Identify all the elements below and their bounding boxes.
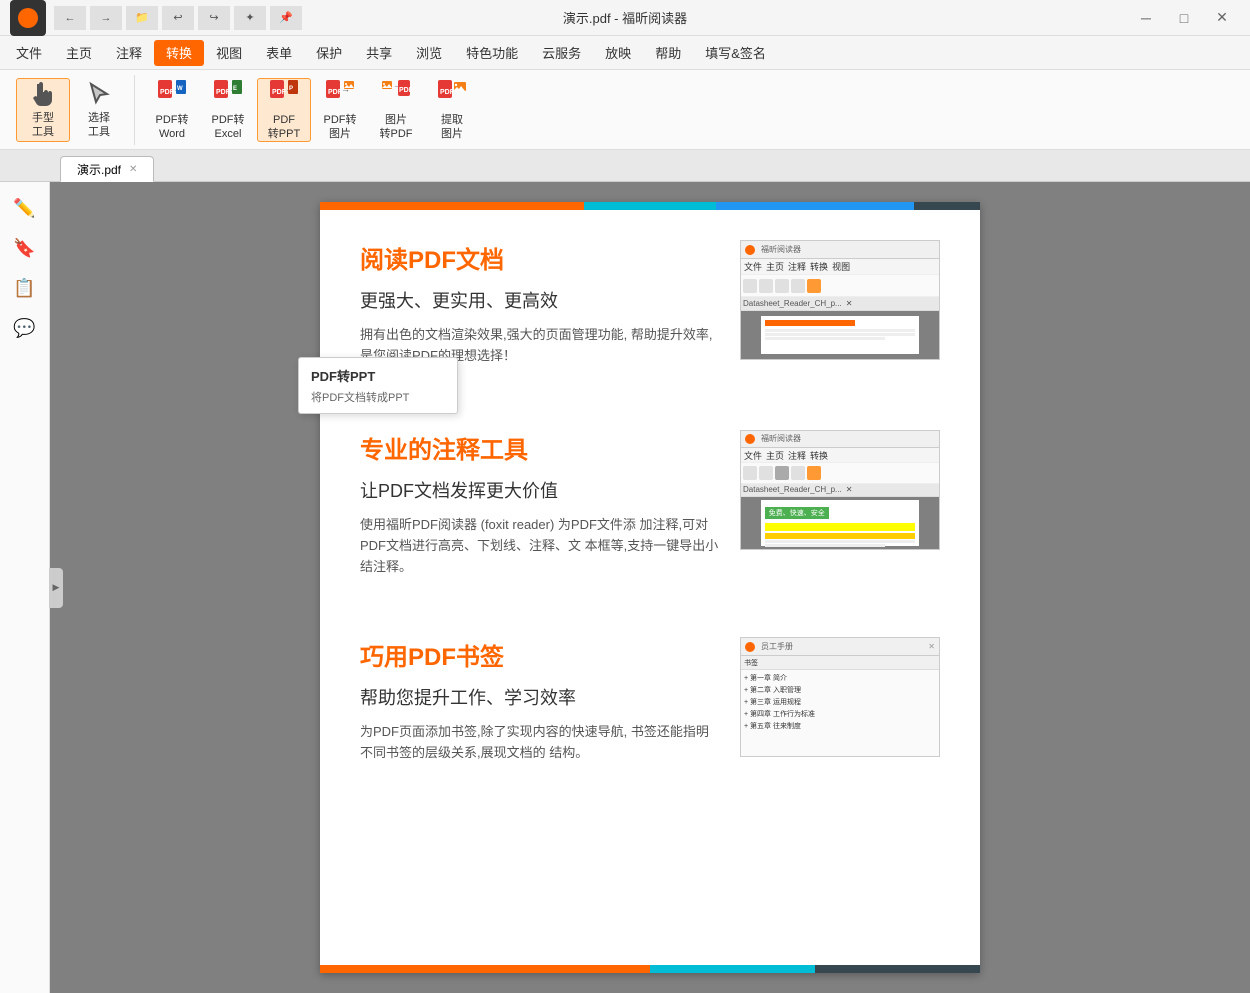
menu-file[interactable]: 文件	[4, 40, 54, 66]
tool-group-navigation: 手型工具 选择工具	[8, 75, 135, 145]
pdf-to-image-icon: PDF →	[324, 78, 356, 110]
window-title: 演示.pdf - 福昕阅读器	[563, 8, 687, 27]
redo-btn[interactable]: ↪	[198, 6, 230, 30]
extract-image-label: 提取图片	[441, 114, 463, 140]
header-orange	[320, 202, 584, 210]
pdf-to-excel-label: PDF转Excel	[212, 114, 245, 140]
menu-protect[interactable]: 保护	[304, 40, 354, 66]
header-dark	[914, 202, 980, 210]
footer-dark	[815, 965, 980, 973]
pdf-header-bar	[320, 202, 980, 210]
tooltip-popup: PDF转PPT 将PDF文档转成PPT	[298, 357, 458, 414]
extract-image-icon: PDF	[436, 78, 468, 110]
pdf-section-2: 福昕阅读器 文件主页注释转换 Data	[360, 430, 940, 577]
pdf-to-image-btn[interactable]: PDF → PDF转图片	[313, 78, 367, 142]
menu-cloud[interactable]: 云服务	[530, 40, 593, 66]
menu-bar: 文件 主页 注释 转换 视图 表单 保护 共享 浏览 特色功能 云服务 放映 帮…	[0, 36, 1250, 70]
sidebar-collapse-btn[interactable]: ▶	[49, 568, 63, 608]
pdf-screenshot-2: 福昕阅读器 文件主页注释转换 Data	[740, 430, 940, 550]
open-btn[interactable]: 📁	[126, 6, 158, 30]
window-controls: ─ □ ✕	[1128, 4, 1240, 32]
pin-btn[interactable]: 📌	[270, 6, 302, 30]
pdf-content: 福昕阅读器 文件主页注释转换视图 Da	[320, 210, 980, 857]
sidebar-edit-icon[interactable]: ✏️	[7, 190, 43, 226]
footer-cyan	[650, 965, 815, 973]
maximize-btn[interactable]: □	[1166, 4, 1202, 32]
menu-features[interactable]: 特色功能	[454, 40, 530, 66]
menu-present[interactable]: 放映	[593, 40, 643, 66]
header-blue	[716, 202, 914, 210]
menu-convert[interactable]: 转换	[154, 40, 204, 66]
select-tool-label: 选择工具	[88, 112, 110, 138]
pdf-section-1: 福昕阅读器 文件主页注释转换视图 Da	[360, 240, 940, 370]
pdf-to-excel-btn[interactable]: PDF → E PDF转Excel	[201, 78, 255, 142]
menu-home[interactable]: 主页	[54, 40, 104, 66]
undo-btn[interactable]: ↩	[162, 6, 194, 30]
pdf-to-word-btn[interactable]: PDF → W PDF转Word	[145, 78, 199, 142]
pdf-viewer: PDF转PPT 将PDF文档转成PPT 福昕阅读器	[50, 182, 1250, 993]
pdf-page: 福昕阅读器 文件主页注释转换视图 Da	[320, 202, 980, 973]
svg-text:PDF: PDF	[399, 87, 412, 94]
menu-share[interactable]: 共享	[354, 40, 404, 66]
tooltip-description: 将PDF文档转成PPT	[311, 389, 445, 405]
tab-close-icon[interactable]: ✕	[129, 164, 137, 175]
select-icon	[83, 80, 115, 108]
pdf-to-image-label: PDF转图片	[324, 114, 357, 140]
sidebar-comment-icon[interactable]: 💬	[7, 310, 43, 346]
logo-circle	[18, 8, 38, 28]
svg-text:PDF: PDF	[440, 89, 455, 96]
pdf-footer-bar	[320, 965, 980, 973]
close-btn[interactable]: ✕	[1204, 4, 1240, 32]
tab-filename: 演示.pdf	[77, 161, 121, 178]
left-sidebar: ✏️ 🔖 📋 💬 ▶	[0, 182, 50, 993]
misc-btn[interactable]: ✦	[234, 6, 266, 30]
svg-text:E: E	[233, 86, 237, 92]
svg-text:W: W	[177, 86, 183, 92]
back-btn[interactable]: ←	[54, 6, 86, 30]
pdf-to-ppt-icon: PDF → P	[268, 78, 300, 110]
sidebar-bookmark-icon[interactable]: 🔖	[7, 230, 43, 266]
extract-image-btn[interactable]: PDF 提取图片	[425, 78, 479, 142]
pdf-to-excel-icon: PDF → E	[212, 78, 244, 110]
menu-help[interactable]: 帮助	[643, 40, 693, 66]
minimize-btn[interactable]: ─	[1128, 4, 1164, 32]
svg-text:P: P	[289, 86, 293, 92]
tooltip-title: PDF转PPT	[311, 366, 445, 385]
pdf-to-word-label: PDF转Word	[156, 114, 189, 140]
menu-comment[interactable]: 注释	[104, 40, 154, 66]
pdf-to-ppt-label: PDF转PPT	[268, 114, 300, 140]
pdf-tab[interactable]: 演示.pdf ✕	[60, 156, 154, 182]
app-logo	[10, 0, 46, 36]
image-to-pdf-label: 图片转PDF	[380, 114, 413, 140]
tool-group-convert: PDF → W PDF转Word PDF → E PDF转Excel	[137, 75, 487, 145]
footer-orange	[320, 965, 650, 973]
menu-fillsign[interactable]: 填写&签名	[693, 40, 778, 66]
main-layout: ✏️ 🔖 📋 💬 ▶ PDF转PPT 将PDF文档转成PPT	[0, 182, 1250, 993]
hand-icon	[27, 80, 59, 108]
title-bar-controls: ← → 📁 ↩ ↪ ✦ 📌	[54, 6, 302, 30]
menu-form[interactable]: 表单	[254, 40, 304, 66]
select-tool-btn[interactable]: 选择工具	[72, 78, 126, 142]
collapse-arrow-icon: ▶	[53, 582, 60, 593]
image-to-pdf-icon: → PDF	[380, 78, 412, 110]
sidebar-copy-icon[interactable]: 📋	[7, 270, 43, 306]
pdf-section-3: 员工手册 ✕ 书签 + 第一章 简介 + 第二章 入职管理 + 第三章 运用规程…	[360, 637, 940, 767]
title-bar: ← → 📁 ↩ ↪ ✦ 📌 演示.pdf - 福昕阅读器 ─ □ ✕	[0, 0, 1250, 36]
toolbar: 手型工具 选择工具 PDF → W PDF转Word	[0, 70, 1250, 150]
hand-tool-btn[interactable]: 手型工具	[16, 78, 70, 142]
image-to-pdf-btn[interactable]: → PDF 图片转PDF	[369, 78, 423, 142]
pdf-to-word-icon: PDF → W	[156, 78, 188, 110]
menu-view[interactable]: 视图	[204, 40, 254, 66]
pdf-to-ppt-btn[interactable]: PDF → P PDF转PPT	[257, 78, 311, 142]
tab-bar: 演示.pdf ✕	[0, 150, 1250, 182]
hand-tool-label: 手型工具	[32, 112, 54, 138]
forward-btn[interactable]: →	[90, 6, 122, 30]
header-cyan	[584, 202, 716, 210]
menu-browse[interactable]: 浏览	[404, 40, 454, 66]
pdf-screenshot-1: 福昕阅读器 文件主页注释转换视图 Da	[740, 240, 940, 360]
pdf-screenshot-3: 员工手册 ✕ 书签 + 第一章 简介 + 第二章 入职管理 + 第三章 运用规程…	[740, 637, 940, 757]
